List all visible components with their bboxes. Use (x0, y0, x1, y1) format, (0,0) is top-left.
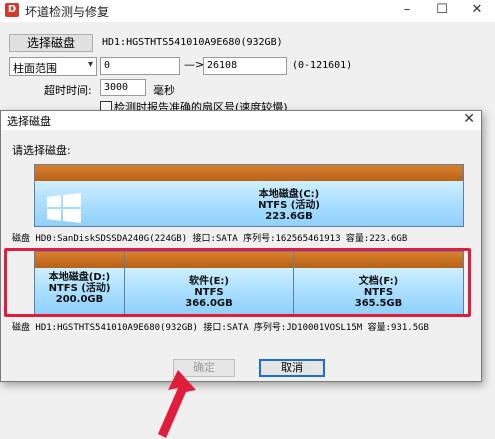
disk1-info: 磁盘 HD1:HGSTHTS541010A9E680(932GB) 接口:SAT… (12, 323, 429, 333)
partition-cap (35, 165, 463, 181)
main-window-title: 坏道检测与修复 (25, 5, 110, 19)
partition-fs: NTFS (活动) (258, 200, 320, 211)
annotation-arrow-icon (158, 370, 196, 438)
maximize-icon[interactable]: ☐ (425, 0, 459, 22)
disk0-info: 磁盘 HD0:SanDiskSDSSDA240G(224GB) 接口:SATA … (12, 234, 408, 244)
range-hint: (0-121601) (292, 60, 353, 71)
end-cylinder-input[interactable]: 26108 (203, 57, 287, 75)
range-select-value: 柱面范围 (13, 62, 57, 75)
timeout-input[interactable]: 3000 (100, 79, 146, 96)
disk0-bar[interactable]: 本地磁盘(C:) NTFS (活动) 223.6GB (34, 164, 464, 227)
select-disk-button[interactable]: 选择磁盘 (9, 34, 93, 52)
minimize-icon[interactable]: – (390, 0, 424, 22)
cancel-button[interactable]: 取消 (259, 359, 325, 377)
start-cylinder-input[interactable]: 0 (100, 57, 180, 75)
close-icon[interactable]: ✕ (463, 111, 475, 127)
timeout-unit: 毫秒 (153, 84, 175, 97)
dialog-title: 选择磁盘 (7, 115, 51, 128)
main-titlebar: D 坏道检测与修复 – ☐ ✕ (0, 0, 495, 22)
partition-c[interactable]: 本地磁盘(C:) NTFS (活动) 223.6GB (35, 165, 463, 226)
close-icon[interactable]: ✕ (460, 0, 494, 22)
partition-text: 本地磁盘(C:) NTFS (活动) 223.6GB (35, 189, 463, 222)
range-arrow: —> (184, 58, 205, 71)
app-icon: D (5, 3, 19, 17)
dialog-prompt: 请选择磁盘: (12, 144, 71, 157)
highlight-box (4, 248, 471, 317)
select-disk-dialog: 选择磁盘 ✕ 请选择磁盘: 本地磁盘(C:) NTFS (活动) 223.6GB… (0, 110, 482, 382)
timeout-label: 超时时间: (44, 84, 92, 97)
partition-name: 本地磁盘(C:) (258, 189, 320, 200)
dropdown-chevron-icon: ▾ (87, 59, 93, 70)
partition-size: 223.6GB (265, 211, 313, 222)
current-disk-label: HD1:HGSTHTS541010A9E680(932GB) (102, 37, 283, 48)
range-select[interactable]: 柱面范围 ▾ (9, 57, 97, 76)
dialog-titlebar: 选择磁盘 ✕ (1, 111, 481, 130)
